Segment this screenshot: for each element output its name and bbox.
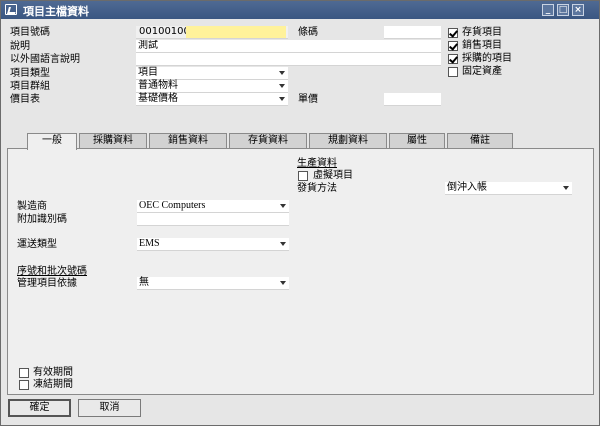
- shipping-type-value: EMS: [139, 238, 160, 249]
- fixed-asset-checkbox[interactable]: [448, 67, 458, 77]
- price-list-label: 價目表: [10, 94, 40, 105]
- active-label: 有效期間: [33, 367, 73, 378]
- tab-inventory[interactable]: 存貨資料: [229, 133, 307, 149]
- window-icon: [5, 4, 17, 15]
- inactive-checkbox[interactable]: [19, 380, 29, 390]
- general-tab-panel: 生產資料 虛擬項目 發貨方法 倒沖入帳 製造商 OEC Computers 附加…: [7, 148, 594, 395]
- price-list-dropdown[interactable]: 基礎價格: [136, 93, 288, 106]
- shipping-type-dropdown[interactable]: EMS: [137, 238, 289, 251]
- item-group-label: 項目群組: [10, 81, 50, 92]
- manage-by-label: 管理項目依據: [17, 278, 77, 289]
- manufacturer-value: OEC Computers: [139, 200, 206, 211]
- fixed-asset-label: 固定資產: [462, 66, 502, 77]
- additional-id-label: 附加識別碼: [17, 214, 67, 225]
- item-no-highlight: [186, 26, 286, 38]
- unit-price-field[interactable]: [384, 93, 441, 106]
- manufacturer-dropdown[interactable]: OEC Computers: [137, 200, 289, 213]
- foreign-description-field[interactable]: [136, 53, 441, 66]
- item-group-dropdown[interactable]: 普通物料: [136, 80, 288, 93]
- sales-item-checkbox[interactable]: [448, 41, 458, 51]
- production-data-heading: 生產資料: [297, 158, 337, 169]
- description-label: 說明: [10, 41, 30, 52]
- issue-method-value: 倒沖入帳: [447, 182, 487, 193]
- item-no-label: 項目號碼: [10, 27, 50, 38]
- barcode-label: 條碼: [298, 27, 318, 38]
- title-bar[interactable]: 項目主檔資料 _ □ ×: [1, 1, 599, 19]
- close-button[interactable]: ×: [572, 4, 584, 16]
- price-list-value: 基礎價格: [138, 93, 178, 104]
- serial-batch-heading: 序號和批次號碼: [17, 266, 87, 277]
- chevron-down-icon: [280, 204, 286, 208]
- foreign-description-label: 以外國語言說明: [10, 54, 80, 65]
- shipping-type-label: 運送類型: [17, 239, 57, 250]
- item-group-value: 普通物料: [138, 80, 178, 91]
- tab-properties[interactable]: 屬性: [389, 133, 445, 149]
- tab-sales[interactable]: 銷售資料: [149, 133, 227, 149]
- chevron-down-icon: [279, 97, 285, 101]
- purchase-item-checkbox[interactable]: [448, 54, 458, 64]
- manufacturer-label: 製造商: [17, 201, 47, 212]
- phantom-item-checkbox[interactable]: [298, 171, 308, 181]
- chevron-down-icon: [279, 84, 285, 88]
- tab-planning[interactable]: 規劃資料: [309, 133, 387, 149]
- tab-general[interactable]: 一般: [27, 133, 77, 150]
- cancel-button[interactable]: 取消: [78, 399, 141, 417]
- item-no-field[interactable]: 001001001: [136, 26, 288, 39]
- tab-remarks[interactable]: 備註: [447, 133, 513, 149]
- item-type-value: 項目: [138, 67, 158, 78]
- maximize-button[interactable]: □: [557, 4, 569, 16]
- manage-by-dropdown[interactable]: 無: [137, 277, 289, 290]
- purchase-item-label: 採購的項目: [462, 53, 512, 64]
- description-field[interactable]: 測試: [136, 40, 441, 53]
- issue-method-dropdown[interactable]: 倒沖入帳: [445, 182, 572, 195]
- sales-item-label: 銷售項目: [462, 40, 502, 51]
- unit-price-label: 單價: [298, 94, 318, 105]
- active-checkbox[interactable]: [19, 368, 29, 378]
- chevron-down-icon: [279, 71, 285, 75]
- inactive-label: 凍結期間: [33, 379, 73, 390]
- phantom-item-label: 虛擬項目: [313, 170, 353, 181]
- manage-by-value: 無: [139, 277, 149, 288]
- ok-button[interactable]: 確定: [8, 399, 71, 417]
- barcode-field[interactable]: [384, 26, 441, 39]
- window-title: 項目主檔資料: [23, 5, 89, 18]
- tab-purchasing[interactable]: 採購資料: [79, 133, 147, 149]
- chevron-down-icon: [563, 186, 569, 190]
- inventory-item-checkbox[interactable]: [448, 28, 458, 38]
- item-type-label: 項目類型: [10, 68, 50, 79]
- minimize-button[interactable]: _: [542, 4, 554, 16]
- item-type-dropdown[interactable]: 項目: [136, 67, 288, 80]
- item-master-data-window: 項目主檔資料 _ □ × 項目號碼 001001001 條碼 說明 測試 以外國…: [0, 0, 600, 426]
- inventory-item-label: 存貨項目: [462, 27, 502, 38]
- issue-method-label: 發貨方法: [297, 183, 337, 194]
- chevron-down-icon: [280, 281, 286, 285]
- chevron-down-icon: [280, 242, 286, 246]
- additional-id-field[interactable]: [137, 213, 289, 226]
